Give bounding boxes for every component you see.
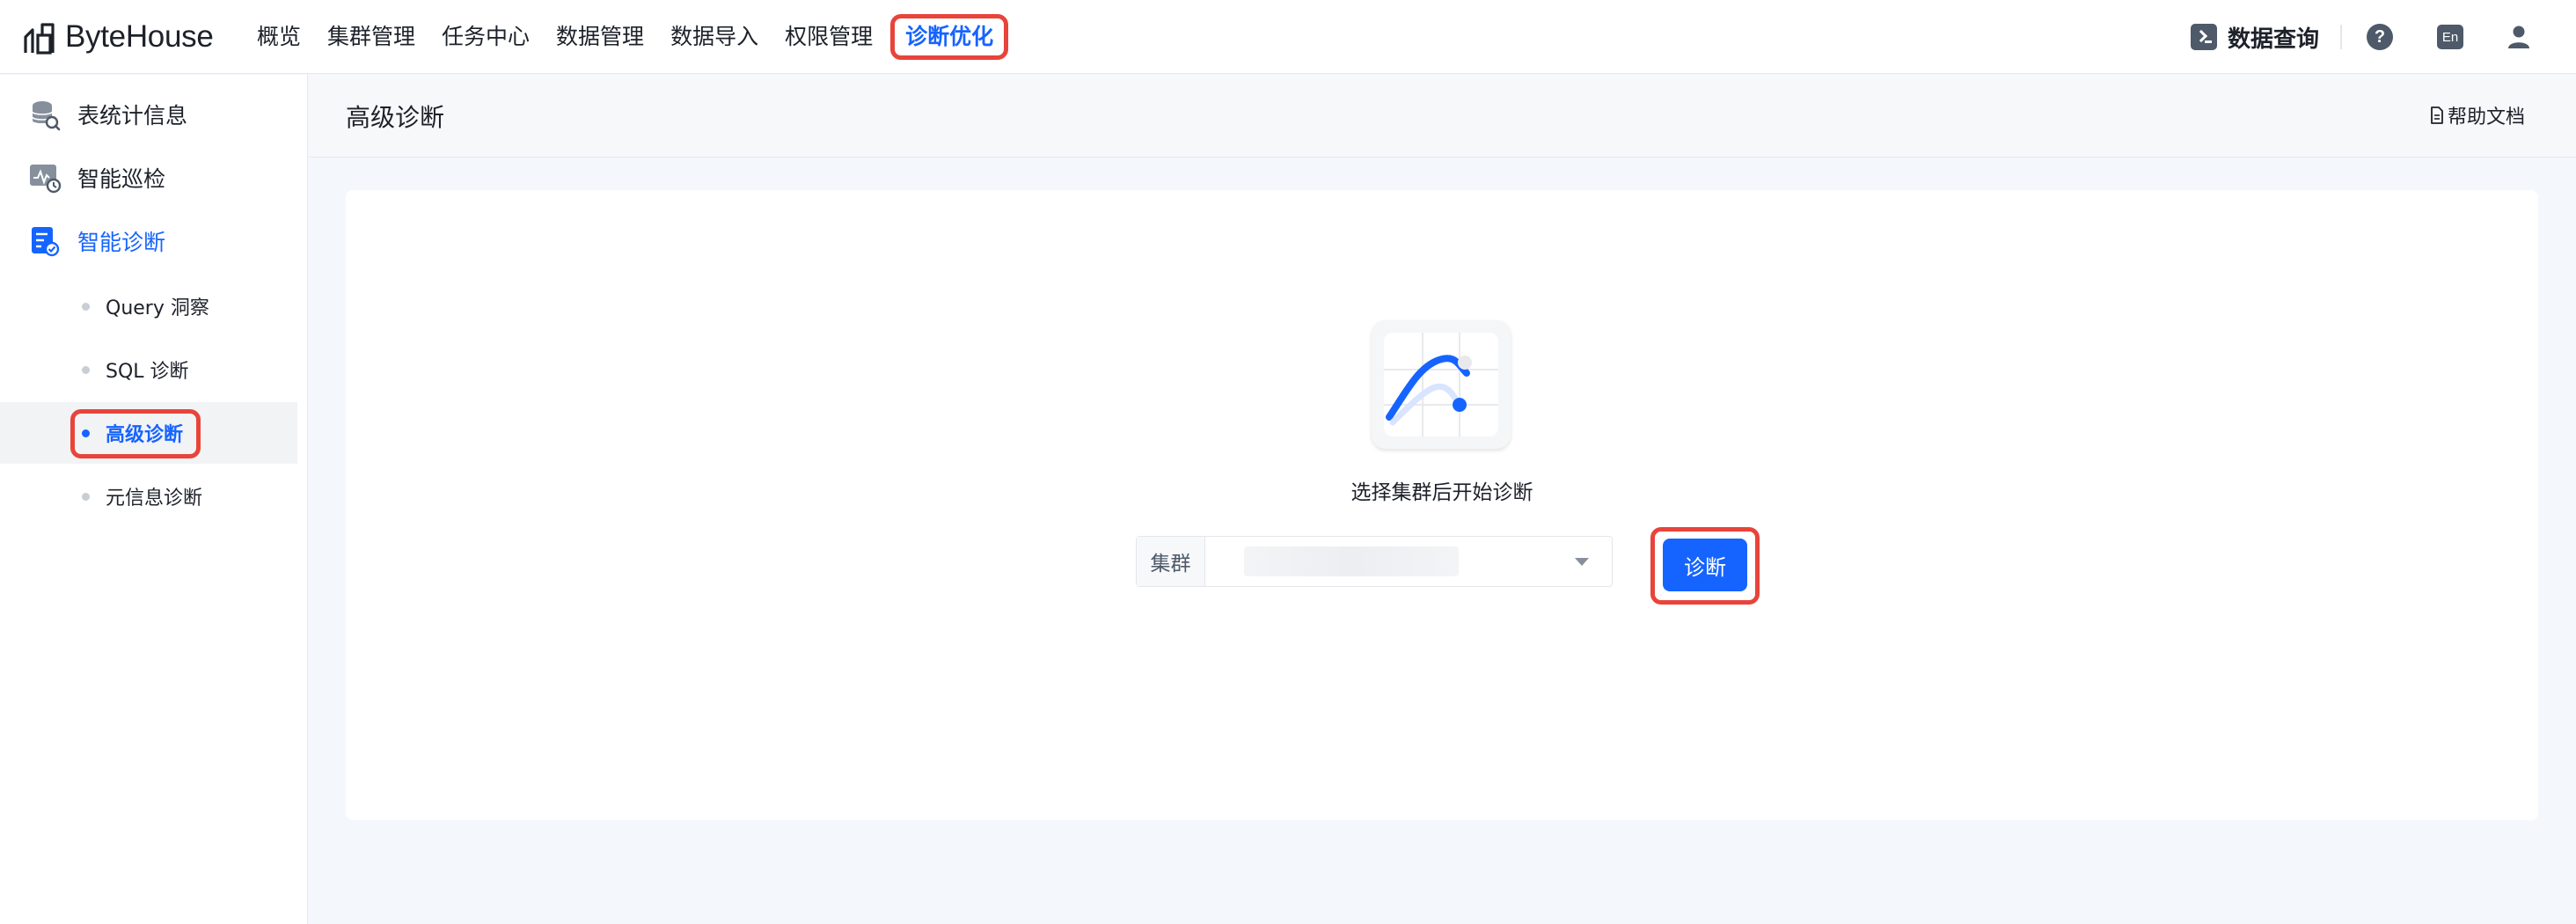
sidebar-subitem-label: SQL 诊断 — [106, 361, 189, 383]
database-search-icon — [32, 101, 61, 131]
sidebar-item-table-statistics[interactable]: 表统计信息 — [0, 85, 308, 143]
sidebar-subitem-sql-diagnosis[interactable]: SQL 诊断 — [0, 339, 297, 400]
cluster-select[interactable]: 集群 — [1136, 536, 1613, 587]
sidebar-subitem-label: 高级诊断 — [106, 424, 184, 446]
brand-name: ByteHouse — [65, 18, 214, 54]
sidebar-item-label: 表统计信息 — [77, 103, 188, 128]
bullet-dot — [82, 365, 90, 374]
top-right-actions: 数据查询 ? En — [2190, 0, 2576, 74]
help-doc-label: 帮助文档 — [2447, 106, 2525, 128]
data-query-label: 数据查询 — [2227, 26, 2319, 53]
chart-illustration — [1372, 320, 1511, 449]
blurred-cluster-name — [1244, 546, 1459, 576]
vertical-divider — [2340, 25, 2342, 49]
help-icon[interactable]: ? — [2367, 24, 2393, 50]
trend-chart-icon — [1384, 333, 1498, 436]
nav-task-center[interactable]: 任务中心 — [442, 14, 530, 60]
sidebar-subitem-advanced-diagnosis[interactable]: 高级诊断 — [0, 402, 297, 464]
sidebar-item-smart-inspection[interactable]: 智能巡检 — [0, 149, 308, 207]
bullet-dot — [82, 429, 90, 437]
sidebar-subitem-query-insight[interactable]: Query 洞察 — [0, 275, 297, 337]
bytehouse-logo-icon — [24, 22, 55, 55]
cluster-select-value[interactable] — [1205, 537, 1612, 586]
nav-permission-management[interactable]: 权限管理 — [785, 14, 873, 60]
sidebar-item-smart-diagnosis[interactable]: 智能诊断 — [0, 212, 308, 270]
sidebar-subitem-label: 元信息诊断 — [106, 488, 203, 510]
sidebar-subitem-metadata-diagnosis[interactable]: 元信息诊断 — [0, 466, 297, 527]
diagnosis-hint-text: 选择集群后开始诊断 — [1350, 481, 1533, 504]
sidebar-subitem-label: Query 洞察 — [106, 297, 209, 319]
cluster-select-label: 集群 — [1137, 537, 1205, 586]
bullet-dot — [82, 302, 90, 311]
page-title: 高级诊断 — [346, 103, 445, 132]
nav-overview[interactable]: 概览 — [257, 14, 301, 60]
language-switch-icon[interactable]: En — [2437, 25, 2463, 49]
top-navigation-bar: ByteHouse 概览 集群管理 任务中心 数据管理 数据导入 权限管理 诊断… — [0, 0, 2576, 74]
diagnose-button[interactable]: 诊断 — [1663, 539, 1747, 591]
help-doc-link[interactable]: 帮助文档 — [2430, 101, 2525, 129]
bullet-dot — [82, 492, 90, 501]
sidebar-item-label: 智能巡检 — [77, 166, 166, 192]
monitor-clock-icon — [30, 165, 62, 194]
sidebar: 表统计信息 智能巡检 智能诊断 Query 洞察 SQL 诊断 高级诊断 元信息… — [0, 75, 308, 924]
user-avatar-icon[interactable] — [2506, 24, 2532, 50]
page-header: 高级诊断 帮助文档 — [309, 75, 2576, 158]
nav-cluster-management[interactable]: 集群管理 — [327, 14, 415, 60]
brand-logo[interactable]: ByteHouse — [23, 0, 236, 74]
document-icon — [2431, 106, 2443, 124]
main-nav: 概览 集群管理 任务中心 数据管理 数据导入 权限管理 诊断优化 — [257, 0, 1035, 74]
nav-data-import[interactable]: 数据导入 — [670, 14, 758, 60]
nav-data-management[interactable]: 数据管理 — [556, 14, 644, 60]
terminal-icon — [2190, 24, 2217, 50]
data-query-button[interactable]: 数据查询 — [2190, 0, 2319, 74]
sidebar-item-label: 智能诊断 — [77, 230, 166, 255]
diagnosis-doc-icon — [32, 227, 60, 257]
nav-diagnosis-optimization[interactable]: 诊断优化 — [890, 13, 1009, 60]
diagnosis-card: 选择集群后开始诊断 集群 诊断 — [346, 190, 2538, 820]
chevron-down-icon[interactable] — [1575, 558, 1589, 566]
